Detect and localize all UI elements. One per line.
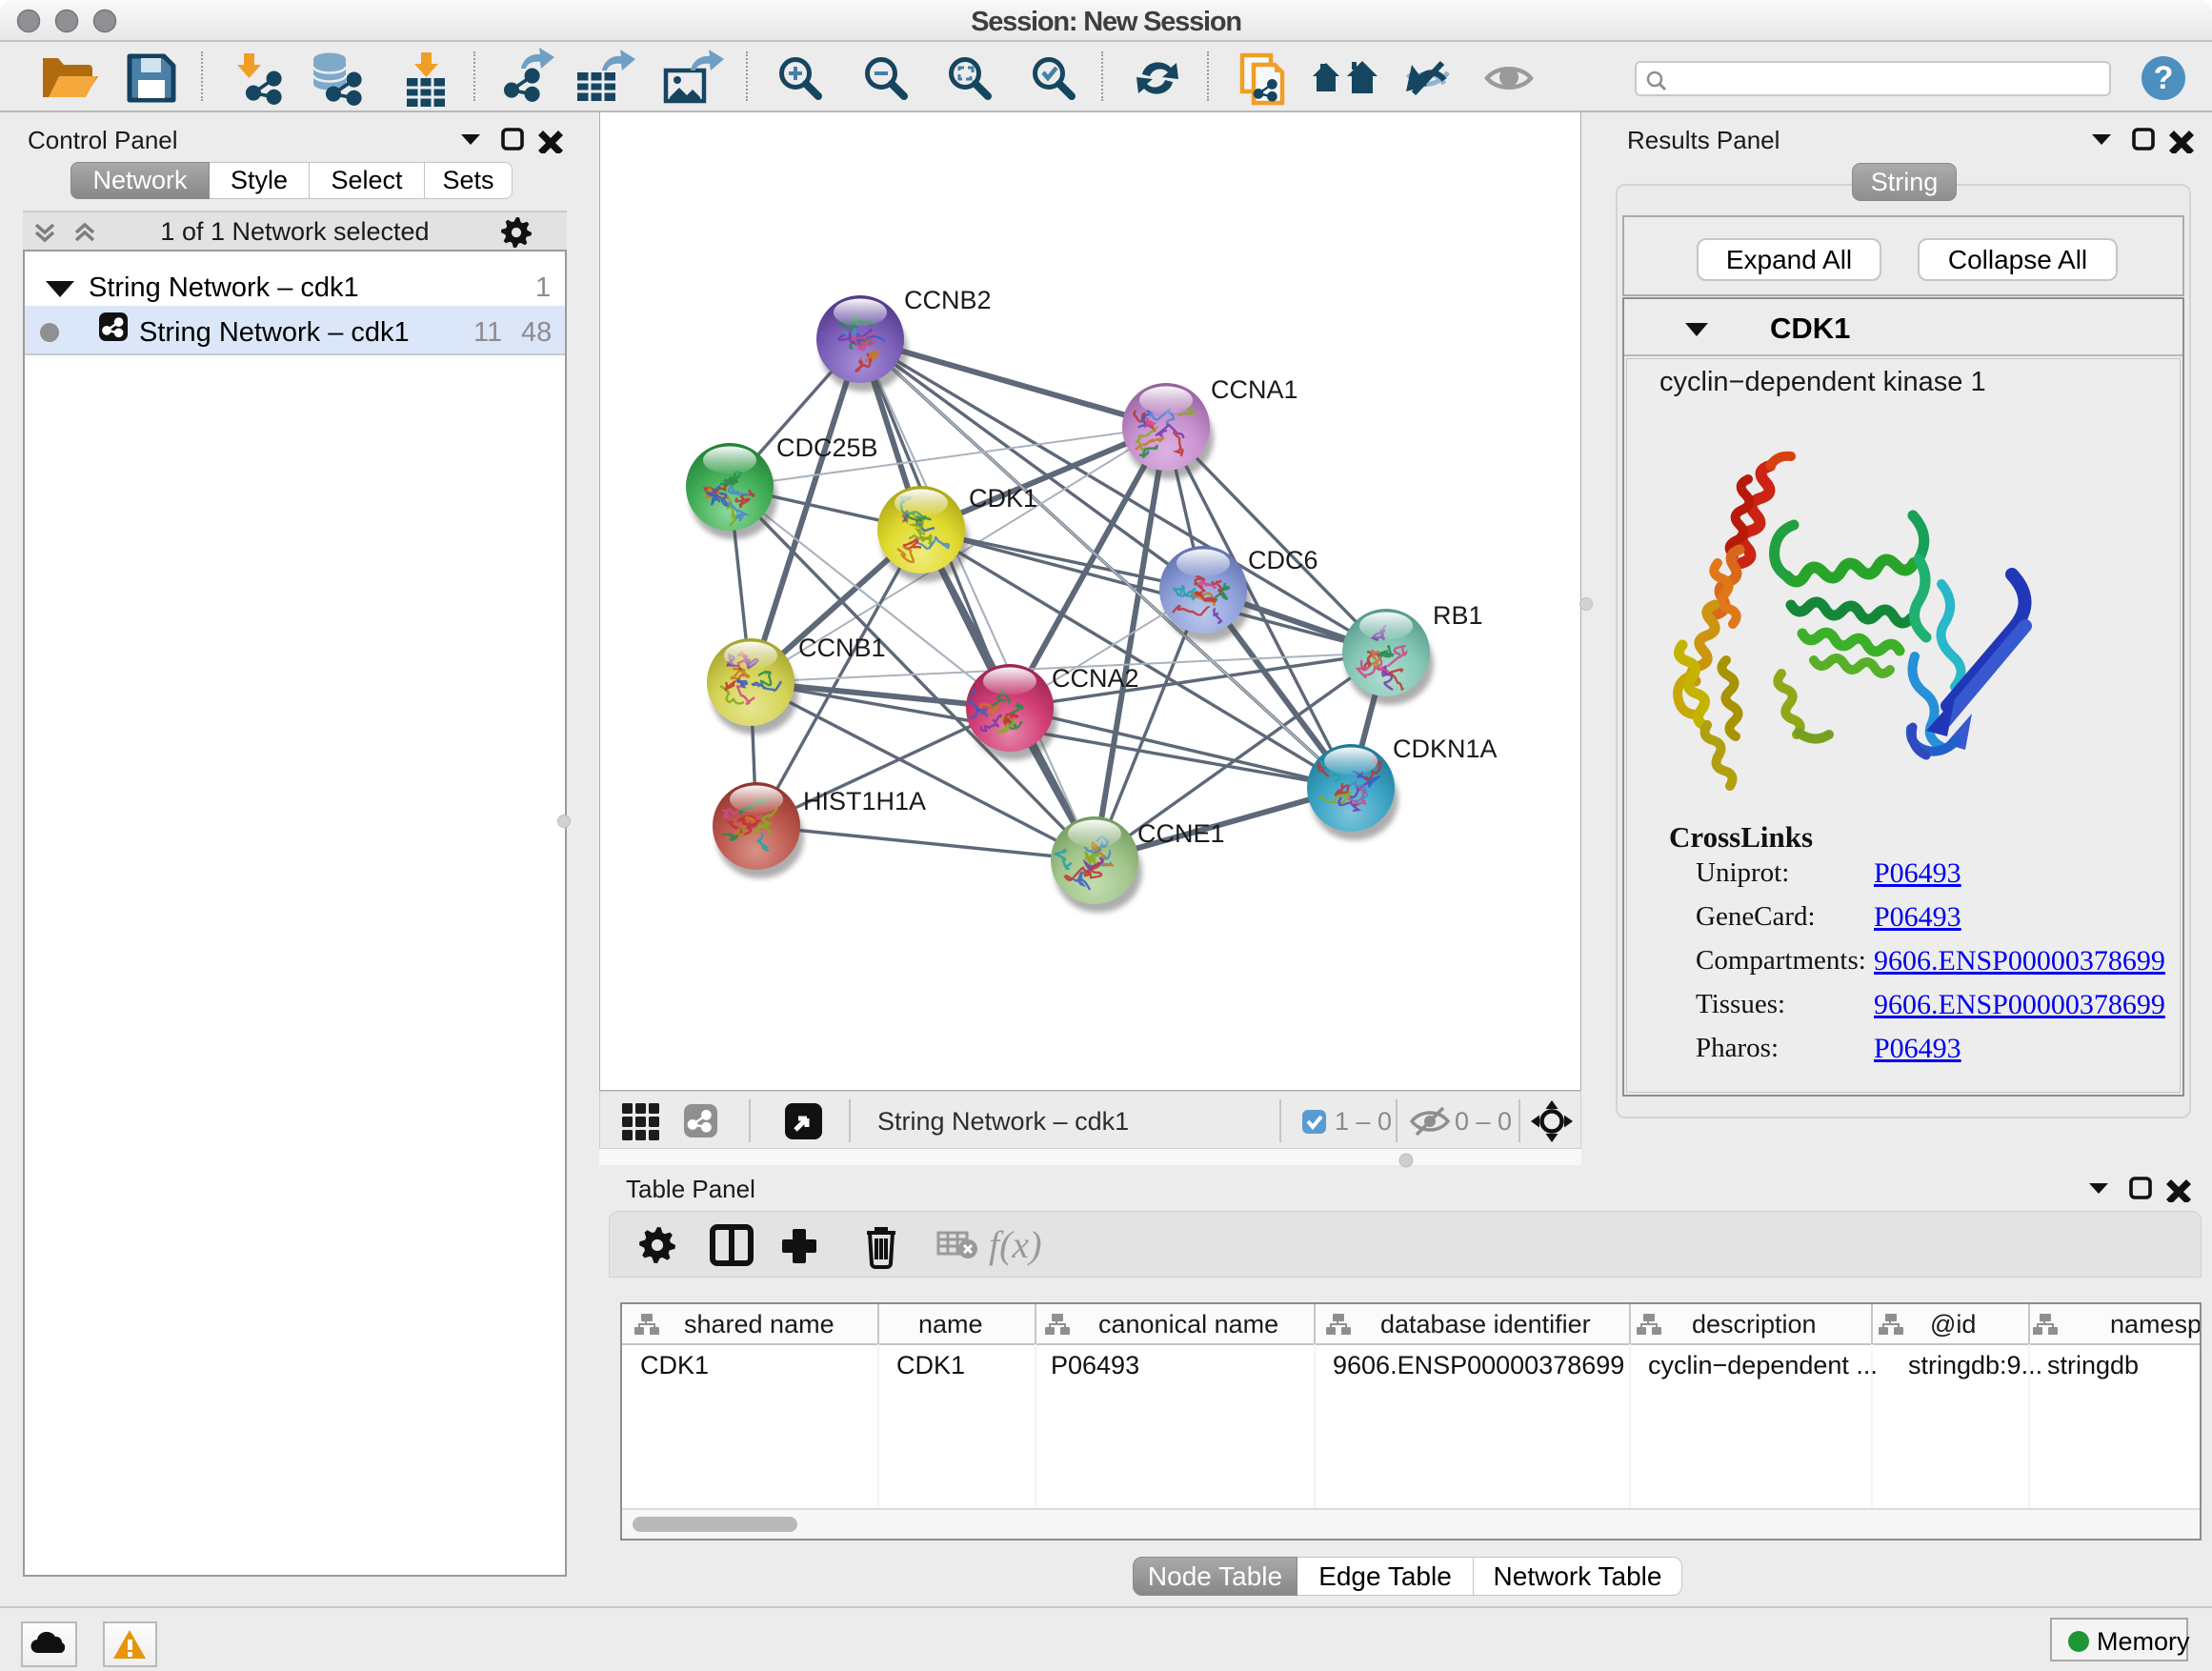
svg-text:CDK1: CDK1 bbox=[640, 1351, 709, 1379]
svg-text:RB1: RB1 bbox=[1433, 601, 1483, 630]
svg-text:name: name bbox=[918, 1310, 983, 1339]
svg-text:description: description bbox=[1692, 1310, 1817, 1339]
svg-text:HIST1H1A: HIST1H1A bbox=[803, 787, 926, 815]
svg-text:CCNE1: CCNE1 bbox=[1137, 819, 1225, 848]
svg-text:CDC25B: CDC25B bbox=[776, 433, 878, 462]
svg-text:stringdb: stringdb bbox=[2047, 1351, 2139, 1379]
svg-text:cyclin−dependent ...: cyclin−dependent ... bbox=[1648, 1351, 1878, 1379]
svg-text:namespace: namespace bbox=[2110, 1310, 2200, 1339]
svg-text:9606.ENSP00000378699: 9606.ENSP00000378699 bbox=[1333, 1351, 1624, 1379]
svg-text:CCNB2: CCNB2 bbox=[904, 286, 992, 314]
svg-text:CDK1: CDK1 bbox=[896, 1351, 965, 1379]
svg-text:canonical name: canonical name bbox=[1098, 1310, 1278, 1339]
svg-text:CDK1: CDK1 bbox=[969, 484, 1037, 513]
svg-text:P06493: P06493 bbox=[1051, 1351, 1139, 1379]
svg-text:CCNA2: CCNA2 bbox=[1052, 664, 1139, 693]
svg-text:f(x): f(x) bbox=[989, 1223, 1042, 1266]
svg-text:String Network – cdk1: String Network – cdk1 bbox=[877, 1107, 1129, 1136]
svg-text:CCNB1: CCNB1 bbox=[798, 634, 886, 662]
svg-text:?: ? bbox=[2154, 60, 2174, 96]
svg-text:CDC6: CDC6 bbox=[1248, 546, 1318, 574]
svg-text:stringdb:9...: stringdb:9... bbox=[1908, 1351, 2042, 1379]
svg-text:@id: @id bbox=[1930, 1310, 1976, 1339]
svg-text:database identifier: database identifier bbox=[1380, 1310, 1591, 1339]
svg-text:1 – 0: 1 – 0 bbox=[1335, 1107, 1392, 1136]
svg-text:0 – 0: 0 – 0 bbox=[1455, 1107, 1512, 1136]
svg-text:CDKN1A: CDKN1A bbox=[1393, 735, 1498, 763]
svg-text:shared name: shared name bbox=[684, 1310, 835, 1339]
svg-text:CCNA1: CCNA1 bbox=[1211, 375, 1298, 404]
